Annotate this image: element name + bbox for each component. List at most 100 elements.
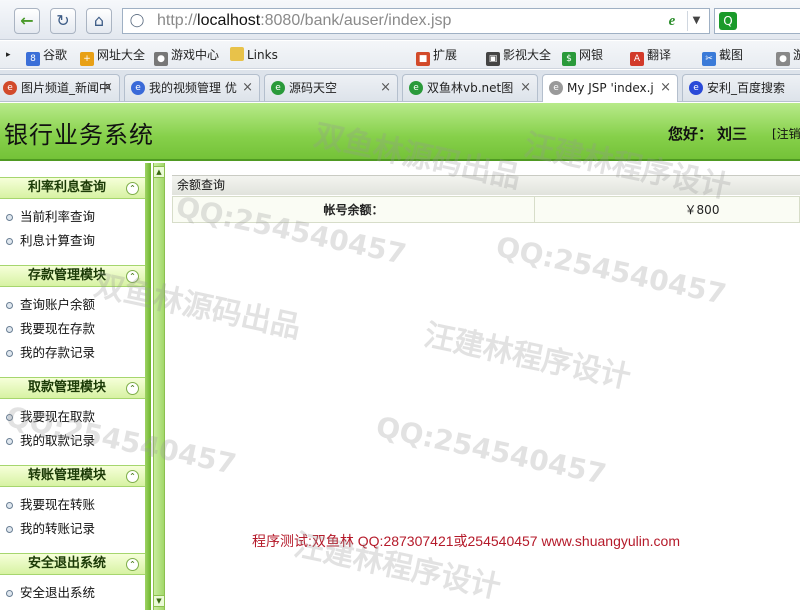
sidebar-section-title: 利率利息查询 <box>28 180 107 195</box>
bookmark-item[interactable]: Links <box>230 46 278 64</box>
browser-search-box[interactable]: Q <box>714 8 800 34</box>
sidebar-section-header[interactable]: 利率利息查询 ⌃ <box>0 177 145 199</box>
search-icon[interactable]: Q <box>719 12 737 30</box>
browser-tab[interactable]: e 我的视频管理 优 × <box>124 74 260 101</box>
bank-icon: $ <box>562 52 576 66</box>
sidebar-item[interactable]: 我要现在转账 <box>0 493 145 517</box>
bookmark-label: 影视大全 <box>503 48 552 62</box>
browser-tab[interactable]: e 双鱼林vb.net图 × <box>402 74 538 101</box>
close-icon[interactable]: × <box>520 75 531 101</box>
bullet-icon <box>6 414 13 421</box>
table-row: 帐号余额： ￥800 <box>172 196 800 223</box>
bookmark-item[interactable]: A 翻译 <box>630 46 671 66</box>
close-icon[interactable]: × <box>660 75 671 101</box>
sidebar-item[interactable]: 我的转账记录 <box>0 517 145 541</box>
film-icon: ▣ <box>486 52 500 66</box>
ie-compat-icon[interactable]: e <box>663 12 681 30</box>
sidebar: 利率利息查询 ⌃ 当前利率查询 利息计算查询 存款管理模块 ⌃ 查询账户余额 我要现在存款 我的… <box>0 163 145 610</box>
tab-favicon-icon: e <box>271 81 285 95</box>
user-name: 刘三 <box>717 125 748 143</box>
collapse-icon[interactable]: ⌃ <box>126 182 139 195</box>
bookmark-label: 谷歌 <box>43 48 68 62</box>
browser-tab[interactable]: e My JSP 'index.j × <box>542 74 678 102</box>
panel-title: 余额查询 <box>172 175 800 195</box>
browser-tab[interactable]: e 安利_百度搜索 <box>682 74 800 101</box>
sidebar-item[interactable]: 当前利率查询 <box>0 205 145 229</box>
sidebar-section-title: 转账管理模块 <box>28 468 107 483</box>
greeting-label: 您好： <box>668 125 714 143</box>
tab-favicon-icon: e <box>689 81 703 95</box>
sidebar-section: 转账管理模块 ⌃ 我要现在转账我的转账记录 <box>0 465 145 541</box>
folder-icon <box>230 47 244 61</box>
sidebar-section-header[interactable]: 转账管理模块 ⌃ <box>0 465 145 487</box>
app-title: 银行业务系统 <box>4 121 154 149</box>
sidebar-splitter[interactable]: ▲ ▼ <box>145 163 167 610</box>
bookmark-item[interactable]: ● 游 <box>776 46 800 66</box>
address-text[interactable]: http://localhost:8080/bank/auser/index.j… <box>157 12 451 30</box>
bullet-icon <box>6 502 13 509</box>
bookmarks-expand-icon[interactable]: ▸ <box>6 46 11 64</box>
sidebar-item[interactable]: 我要现在取款 <box>0 405 145 429</box>
sidebar-item-label: 查询账户余额 <box>20 297 96 312</box>
bookmark-label: 网址大全 <box>97 48 146 62</box>
collapse-icon[interactable]: ⌃ <box>126 558 139 571</box>
collapse-icon[interactable]: ⌃ <box>126 470 139 483</box>
footer-credit: 程序测试:双鱼林 QQ:287307421或254540457 www.shua… <box>252 533 680 549</box>
scroll-down-icon[interactable]: ▼ <box>153 595 165 607</box>
sidebar-item-label: 利息计算查询 <box>20 233 96 248</box>
bullet-icon <box>6 302 13 309</box>
close-icon[interactable]: × <box>102 75 113 101</box>
sidebar-item-label: 我的取款记录 <box>20 433 96 448</box>
puzzle-icon: ■ <box>416 52 430 66</box>
bookmark-item[interactable]: ▣ 影视大全 <box>486 46 552 66</box>
sidebar-item[interactable]: 我的存款记录 <box>0 341 145 365</box>
sidebar-item-label: 我要现在转账 <box>20 497 96 512</box>
chevron-down-icon[interactable]: ▼ <box>687 11 705 31</box>
bookmark-item[interactable]: ● 游戏中心 <box>154 46 219 66</box>
bookmark-item[interactable]: $ 网银 <box>562 46 604 66</box>
sidebar-section-header[interactable]: 取款管理模块 ⌃ <box>0 377 145 399</box>
logout-link[interactable]: [注销 <box>772 125 800 142</box>
bookmark-label: 网银 <box>579 48 604 62</box>
back-arrow-icon[interactable]: ← <box>14 8 40 34</box>
scroll-up-icon[interactable]: ▲ <box>153 166 165 178</box>
close-icon[interactable]: × <box>242 75 253 101</box>
balance-table: 帐号余额： ￥800 <box>172 196 800 223</box>
tab-favicon-icon: e <box>131 81 145 95</box>
app-header: 银行业务系统 您好： 刘三 [注销 <box>0 103 800 161</box>
sidebar-item-label: 我要现在存款 <box>20 321 96 336</box>
tab-label: My JSP 'index.j <box>567 81 654 95</box>
home-icon[interactable]: ⌂ <box>86 8 112 34</box>
sidebar-section: 取款管理模块 ⌃ 我要现在取款 我的取款记录 <box>0 377 145 453</box>
tab-favicon-icon: e <box>549 81 563 95</box>
browser-tab[interactable]: e 图片频道_新闻中 × <box>0 74 120 101</box>
sidebar-section-header[interactable]: 存款管理模块 ⌃ <box>0 265 145 287</box>
tab-label: 我的视频管理 优 <box>149 81 237 95</box>
sidebar-item-label: 我要现在取款 <box>20 409 96 424</box>
star-icon: + <box>80 52 94 66</box>
collapse-icon[interactable]: ⌃ <box>126 382 139 395</box>
address-bar[interactable]: ◯ http://localhost:8080/bank/auser/index… <box>122 8 710 34</box>
sidebar-item[interactable]: 我的取款记录 <box>0 429 145 453</box>
bookmark-item[interactable]: + 网址大全 <box>80 46 146 66</box>
sidebar-item[interactable]: 利息计算查询 <box>0 229 145 253</box>
close-icon[interactable]: × <box>380 75 391 101</box>
bookmark-label: 游 <box>793 48 800 62</box>
google-icon: 8 <box>26 52 40 66</box>
browser-tab[interactable]: e 源码天空 × <box>264 74 398 101</box>
bookmark-item[interactable]: ■ 扩展 <box>416 46 458 66</box>
browser-tab-strip: e 图片频道_新闻中 × e 我的视频管理 优 × e 源码天空 × e 双鱼林vb.net图 × e M… <box>0 70 800 102</box>
sidebar-section-header[interactable]: 安全退出系统 ⌃ <box>0 553 145 575</box>
bookmark-label: 扩展 <box>433 48 458 62</box>
bookmark-item[interactable]: 8 谷歌 <box>26 46 68 66</box>
bookmark-item[interactable]: ✂ 截图 <box>702 46 743 66</box>
sidebar-section: 存款管理模块 ⌃ 查询账户余额 我要现在存款 我的存款记录 <box>0 265 145 365</box>
refresh-icon[interactable]: ↻ <box>50 8 76 34</box>
collapse-icon[interactable]: ⌃ <box>126 270 139 283</box>
sidebar-item-label: 我的存款记录 <box>20 345 96 360</box>
sidebar-item[interactable]: 我要现在存款 <box>0 317 145 341</box>
balance-label: 帐号余额： <box>172 196 535 223</box>
bullet-icon <box>6 590 13 597</box>
sidebar-item[interactable]: 安全退出系统 <box>0 581 145 605</box>
sidebar-item[interactable]: 查询账户余额 <box>0 293 145 317</box>
